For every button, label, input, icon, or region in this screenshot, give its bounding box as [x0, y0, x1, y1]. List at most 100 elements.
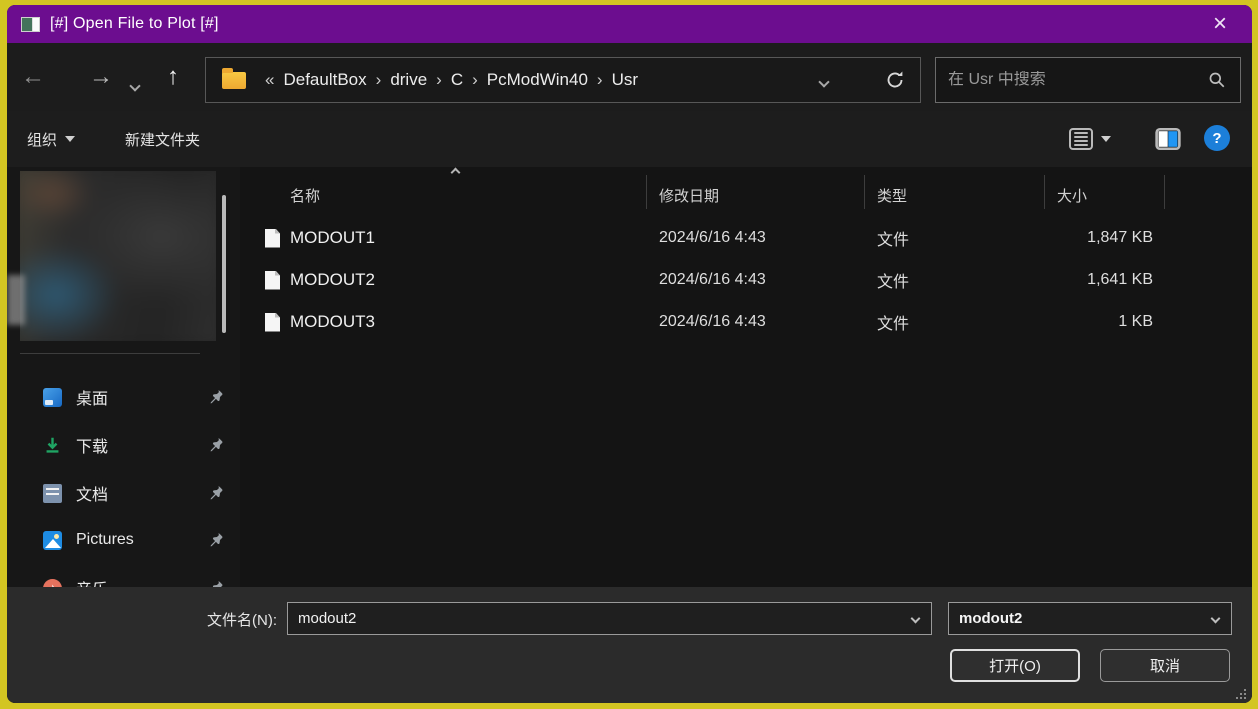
- pin-icon[interactable]: [208, 533, 223, 548]
- file-type: 文件: [865, 259, 1045, 301]
- file-row-spacer: [1165, 259, 1252, 301]
- refresh-icon: [885, 70, 905, 90]
- file-date: 2024/6/16 4:43: [647, 217, 865, 259]
- file-name: MODOUT3: [290, 312, 375, 332]
- file-size: 1,641 KB: [1045, 259, 1165, 301]
- column-header-label: 大小: [1045, 185, 1087, 206]
- filetype-value: modout2: [949, 610, 1212, 627]
- chevron-down-icon[interactable]: [911, 614, 921, 624]
- pin-icon[interactable]: [208, 486, 223, 501]
- app-icon: [21, 17, 40, 32]
- documents-icon: [43, 484, 62, 503]
- column-header-date[interactable]: 修改日期: [647, 167, 865, 213]
- file-row[interactable]: MODOUT1 2024/6/16 4:43 文件 1,847 KB: [240, 217, 1252, 259]
- new-folder-button[interactable]: 新建文件夹: [125, 121, 200, 157]
- cancel-button[interactable]: 取消: [1100, 649, 1230, 682]
- cancel-button-label: 取消: [1150, 658, 1180, 675]
- navigation-bar: ← → ↑ « DefaultBox › drive › C › PcModWi…: [7, 43, 1252, 111]
- sidebar-item-pictures[interactable]: Pictures: [43, 523, 223, 557]
- pictures-icon: [43, 531, 62, 550]
- address-bar[interactable]: « DefaultBox › drive › C › PcModWin40 › …: [205, 57, 921, 103]
- blurred-image: [20, 171, 216, 341]
- file-date: 2024/6/16 4:43: [647, 259, 865, 301]
- sidebar-item-label: Pictures: [76, 531, 134, 549]
- file-icon: [265, 313, 280, 332]
- chevron-down-icon: [1211, 614, 1221, 624]
- breadcrumb-separator: ›: [367, 70, 391, 90]
- breadcrumb-overflow-icon[interactable]: «: [256, 70, 283, 90]
- sidebar-separator: [20, 353, 200, 354]
- column-header-label: 名称: [240, 185, 320, 206]
- list-view-icon: [1069, 128, 1093, 150]
- chevron-down-icon: [129, 80, 140, 91]
- download-icon: [43, 436, 62, 455]
- file-row[interactable]: MODOUT2 2024/6/16 4:43 文件 1,641 KB: [240, 259, 1252, 301]
- breadcrumb-item[interactable]: C: [451, 70, 463, 90]
- breadcrumb-item-current[interactable]: Usr: [612, 70, 638, 90]
- organize-button[interactable]: 组织: [27, 121, 75, 157]
- help-button[interactable]: ?: [1204, 125, 1230, 151]
- file-name: MODOUT2: [290, 270, 375, 290]
- breadcrumb-item[interactable]: drive: [390, 70, 427, 90]
- breadcrumb-item[interactable]: PcModWin40: [487, 70, 588, 90]
- sidebar-item-label: 文档: [76, 481, 108, 505]
- file-name: MODOUT1: [290, 228, 375, 248]
- file-icon: [265, 271, 280, 290]
- forward-icon: →: [89, 63, 113, 90]
- sidebar-item-label: 下载: [76, 433, 108, 457]
- column-headers: 名称 修改日期 类型 大小: [240, 167, 1252, 213]
- column-header-type[interactable]: 类型: [865, 167, 1045, 213]
- file-size: 1 KB: [1045, 301, 1165, 343]
- column-header-name[interactable]: 名称: [240, 167, 647, 213]
- filename-input[interactable]: [288, 610, 912, 627]
- preview-pane-button[interactable]: [1155, 121, 1181, 157]
- resize-grip[interactable]: [1234, 687, 1246, 699]
- search-box: [935, 57, 1241, 103]
- sidebar-item-downloads[interactable]: 下载: [43, 428, 223, 462]
- recent-locations-button[interactable]: [115, 57, 155, 97]
- sidebar-scrollbar[interactable]: [222, 195, 226, 333]
- breadcrumb-item[interactable]: DefaultBox: [283, 70, 366, 90]
- caret-down-icon: [65, 136, 75, 142]
- file-name-cell: MODOUT2: [240, 259, 647, 301]
- app-icon-right-pane: [33, 18, 39, 31]
- search-input[interactable]: [936, 71, 1208, 89]
- column-header-size[interactable]: 大小: [1045, 167, 1165, 213]
- column-header-spacer: [1165, 167, 1252, 213]
- file-row-spacer: [1165, 301, 1252, 343]
- sidebar-item-documents[interactable]: 文档: [43, 476, 223, 510]
- view-mode-button[interactable]: [1069, 121, 1111, 157]
- address-dropdown-icon[interactable]: [818, 76, 829, 87]
- column-header-label: 类型: [865, 185, 907, 206]
- file-date: 2024/6/16 4:43: [647, 301, 865, 343]
- pin-icon[interactable]: [208, 438, 223, 453]
- file-size: 1,847 KB: [1045, 217, 1165, 259]
- close-button[interactable]: ×: [1202, 9, 1238, 39]
- breadcrumb-separator: ›: [463, 70, 487, 90]
- file-type: 文件: [865, 217, 1045, 259]
- sidebar-item-label: 桌面: [76, 385, 108, 409]
- titlebar[interactable]: [#] Open File to Plot [#] ×: [7, 5, 1252, 43]
- file-row[interactable]: MODOUT3 2024/6/16 4:43 文件 1 KB: [240, 301, 1252, 343]
- filename-label: 文件名(N):: [7, 609, 277, 630]
- window-title: [#] Open File to Plot [#]: [50, 15, 219, 33]
- open-file-dialog: [#] Open File to Plot [#] × ← → ↑ « Defa: [7, 5, 1252, 703]
- file-row-spacer: [1165, 217, 1252, 259]
- search-icon[interactable]: [1208, 71, 1226, 89]
- refresh-button[interactable]: [878, 66, 912, 96]
- window-frame: [#] Open File to Plot [#] × ← → ↑ « Defa: [0, 0, 1258, 709]
- open-button-label: 打开(O): [989, 658, 1041, 675]
- column-header-label: 修改日期: [647, 185, 719, 206]
- back-icon: ←: [21, 63, 45, 90]
- folder-icon: [222, 72, 246, 89]
- sidebar-item-desktop[interactable]: 桌面: [43, 380, 223, 414]
- up-icon: ↑: [167, 63, 179, 90]
- up-button[interactable]: ↑: [153, 57, 193, 97]
- new-folder-label: 新建文件夹: [125, 129, 200, 150]
- close-icon: ×: [1213, 10, 1227, 37]
- preview-thumbnail[interactable]: [20, 171, 216, 341]
- filetype-combobox[interactable]: modout2: [948, 602, 1232, 635]
- pin-icon[interactable]: [208, 390, 223, 405]
- back-button[interactable]: ←: [13, 57, 53, 97]
- open-button[interactable]: 打开(O): [950, 649, 1080, 682]
